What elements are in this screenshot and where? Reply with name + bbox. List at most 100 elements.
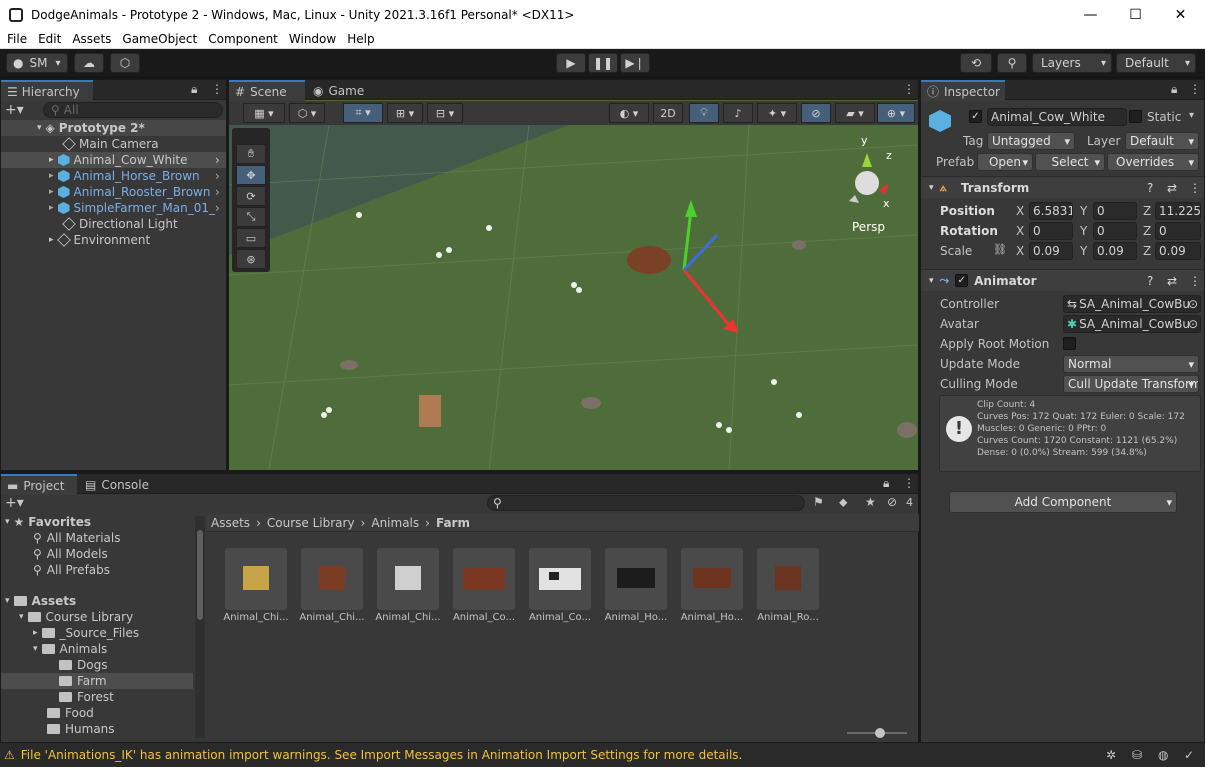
cloud-icon[interactable]: ☁ (74, 53, 104, 73)
status-message[interactable]: File 'Animations_IK' has animation impor… (21, 748, 743, 762)
list-item[interactable]: Main Camera (1, 136, 159, 152)
history-icon[interactable]: ⟲ (960, 53, 992, 73)
tab-inspector[interactable]: ⓘ Inspector (921, 80, 1005, 101)
rotate-tool-icon[interactable]: ⟳ (236, 186, 266, 206)
close-button[interactable]: ✕ (1158, 0, 1203, 29)
rotation-y-field[interactable]: 0 (1093, 222, 1137, 240)
tab-project[interactable]: ▬ Project (1, 474, 77, 495)
check-icon[interactable]: ✓ (1184, 748, 1194, 762)
asset-thumbnail[interactable] (605, 548, 667, 610)
overrides-dropdown[interactable]: Overrides (1107, 153, 1199, 171)
menu-component[interactable]: Component (208, 32, 282, 46)
gizmos-icon[interactable]: ⊕ ▾ (877, 103, 915, 123)
transform-tool-icon[interactable]: ⊛ (236, 249, 266, 269)
hierarchy-search-input[interactable]: ⚲ All (43, 102, 223, 118)
list-item[interactable]: Dogs (59, 657, 107, 673)
debug-icon[interactable]: ✲ (1106, 748, 1116, 762)
tab-game[interactable]: ◉ Game (307, 80, 371, 101)
assets-header[interactable]: ▾ Assets (5, 593, 76, 609)
audio-icon[interactable]: ♪ (723, 103, 753, 123)
list-item[interactable]: ⚲ All Models (33, 546, 108, 562)
rotation-x-field[interactable]: 0 (1029, 222, 1073, 240)
help-icon[interactable]: ? (1147, 274, 1153, 288)
list-item-selected[interactable]: Farm (1, 673, 193, 689)
increment-snap-icon[interactable]: ⊟ ▾ (427, 103, 463, 123)
transform-header[interactable]: ▾ ⟑ Transform ? ⇄ ⋮ (921, 176, 1204, 198)
preset-icon[interactable]: ⇄ (1167, 181, 1177, 195)
more-icon[interactable]: ⋮ (1189, 82, 1201, 96)
animator-enabled-checkbox[interactable]: ✓ (955, 274, 969, 287)
list-item[interactable]: Forest (59, 689, 114, 705)
asset-thumbnail[interactable] (225, 548, 287, 610)
position-z-field[interactable]: 11.225 (1155, 202, 1201, 220)
menu-assets[interactable]: Assets (72, 32, 115, 46)
scale-y-field[interactable]: 0.09 (1093, 242, 1137, 260)
scene-root-row[interactable]: ▾ ◈ Prototype 2* (1, 120, 226, 136)
list-item-selected[interactable]: ▸ Animal_Cow_White › (1, 152, 226, 168)
asset-thumbnail[interactable] (301, 548, 363, 610)
asset-thumbnail[interactable] (453, 548, 515, 610)
position-y-field[interactable]: 0 (1093, 202, 1137, 220)
render-mode-icon[interactable]: ⬡ ▾ (289, 103, 325, 123)
lock-icon[interactable]: 🔒︎ (191, 82, 197, 97)
asset-thumbnail[interactable] (681, 548, 743, 610)
grid-snap-icon[interactable]: ⊞ ▾ (387, 103, 423, 123)
add-icon[interactable]: +▾ (5, 495, 24, 511)
menu-gameobject[interactable]: GameObject (122, 32, 201, 46)
tab-scene[interactable]: # Scene (229, 80, 305, 101)
lock-icon[interactable]: 🔒︎ (1171, 82, 1177, 97)
more-icon[interactable]: ⋮ (211, 82, 223, 96)
shading-icon[interactable]: ◐ ▾ (609, 103, 649, 123)
menu-edit[interactable]: Edit (38, 32, 65, 46)
list-item[interactable]: ▸ Animal_Rooster_Brown › (1, 184, 220, 200)
list-item[interactable]: ▸ Environment (1, 232, 150, 248)
collab-icon[interactable]: ⬡ (110, 53, 140, 73)
static-checkbox[interactable] (1129, 110, 1142, 123)
position-x-field[interactable]: 6.5831 (1029, 202, 1073, 220)
maximize-button[interactable]: ☐ (1113, 0, 1158, 29)
lighting-status-icon[interactable]: ◍ (1158, 748, 1168, 762)
pause-button[interactable]: ❚❚ (588, 53, 618, 73)
help-icon[interactable]: ? (1147, 181, 1153, 195)
layer-dropdown[interactable]: Default (1125, 132, 1199, 150)
object-name-field[interactable]: Animal_Cow_White (987, 108, 1127, 126)
animator-header[interactable]: ▾ ⤳ ✓ Animator ? ⇄ ⋮ (921, 269, 1204, 291)
lighting-icon[interactable]: 💡︎ (689, 103, 719, 123)
scale-x-field[interactable]: 0.09 (1029, 242, 1073, 260)
more-icon[interactable]: ⋮ (903, 82, 915, 96)
scale-tool-icon[interactable]: ⤡ (236, 207, 266, 227)
asset-thumbnail[interactable] (529, 548, 591, 610)
list-item[interactable]: ▸ SimpleFarmer_Man_01_ › (1, 200, 220, 216)
prefab-open-button[interactable]: Open (977, 153, 1033, 171)
tree-scrollbar[interactable] (195, 516, 205, 738)
update-mode-dropdown[interactable]: Normal (1063, 355, 1199, 373)
persp-label[interactable]: Persp (852, 220, 885, 234)
menu-window[interactable]: Window (289, 32, 340, 46)
rect-tool-icon[interactable]: ▭ (236, 228, 266, 248)
cache-icon[interactable]: ⛁ (1132, 748, 1142, 762)
more-icon[interactable]: ⋮ (1189, 181, 1201, 195)
rotation-z-field[interactable]: 0 (1155, 222, 1201, 240)
list-item[interactable]: ▾ Course Library (19, 609, 133, 625)
zoom-slider[interactable] (847, 728, 907, 738)
scene-viewport[interactable]: y z x Persp (229, 125, 918, 470)
menu-help[interactable]: Help (347, 32, 378, 46)
static-dropdown-icon[interactable]: ▾ (1189, 110, 1194, 121)
list-item[interactable]: ⚲ All Materials (33, 530, 121, 546)
list-item[interactable]: ⚲ All Prefabs (33, 562, 110, 578)
asset-thumbnail[interactable] (757, 548, 819, 610)
tag-dropdown[interactable]: Untagged (987, 132, 1075, 150)
account-dropdown[interactable]: ● SM ▾ (6, 53, 68, 73)
mode-2d-button[interactable]: 2D (653, 103, 683, 123)
play-button[interactable]: ▶ (556, 53, 586, 73)
list-item[interactable]: ▾ Animals (33, 641, 107, 657)
object-picker-icon[interactable]: ⊙ (1188, 317, 1198, 331)
favorites-header[interactable]: ▾ ★ Favorites (5, 514, 91, 530)
snap-icon[interactable]: ⌗ ▾ (343, 103, 383, 123)
list-item[interactable]: Directional Light (1, 216, 178, 232)
layers-dropdown[interactable]: Layers ▾ (1032, 53, 1112, 73)
step-button[interactable]: ▶❘ (620, 53, 650, 73)
preset-icon[interactable]: ⇄ (1167, 274, 1177, 288)
menu-file[interactable]: File (7, 32, 31, 46)
layout-dropdown[interactable]: Default ▾ (1116, 53, 1196, 73)
